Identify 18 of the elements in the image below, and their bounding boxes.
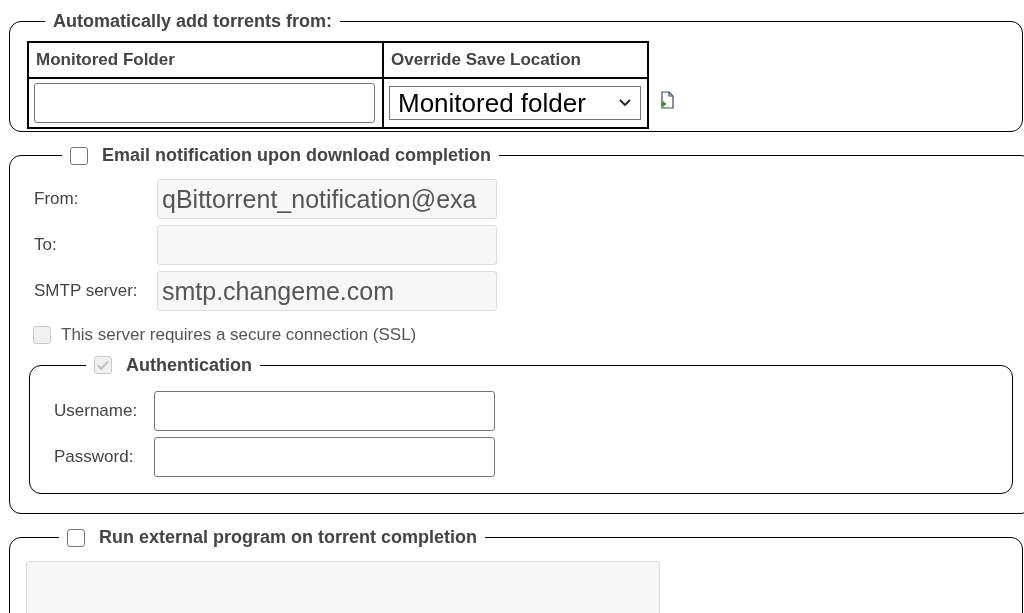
field-label: Password: <box>54 445 135 468</box>
column-header: Override Save Location <box>383 42 648 78</box>
checkbox[interactable] <box>67 528 85 547</box>
field-label: To: <box>34 234 58 257</box>
section-title: Automatically add torrents from: <box>53 11 333 31</box>
save-location-dropdown[interactable]: Monitored folder <box>389 86 641 120</box>
folder-input[interactable] <box>34 83 375 123</box>
section-title: Authentication <box>126 353 252 377</box>
column-header: Monitored Folder <box>28 42 383 78</box>
section-title: Run external program on torrent completion <box>99 526 478 549</box>
add-file-icon[interactable] <box>659 91 675 109</box>
field-label: SMTP server: <box>34 280 139 303</box>
field-label: Username: <box>54 399 139 422</box>
checkbox-label: This server requires a secure connection (SSL) <box>61 324 417 346</box>
checkbox[interactable] <box>70 146 88 165</box>
field-label: From: <box>34 188 80 211</box>
section-title: Email notification upon download completion <box>102 144 491 167</box>
chevron-down-icon <box>618 98 632 108</box>
